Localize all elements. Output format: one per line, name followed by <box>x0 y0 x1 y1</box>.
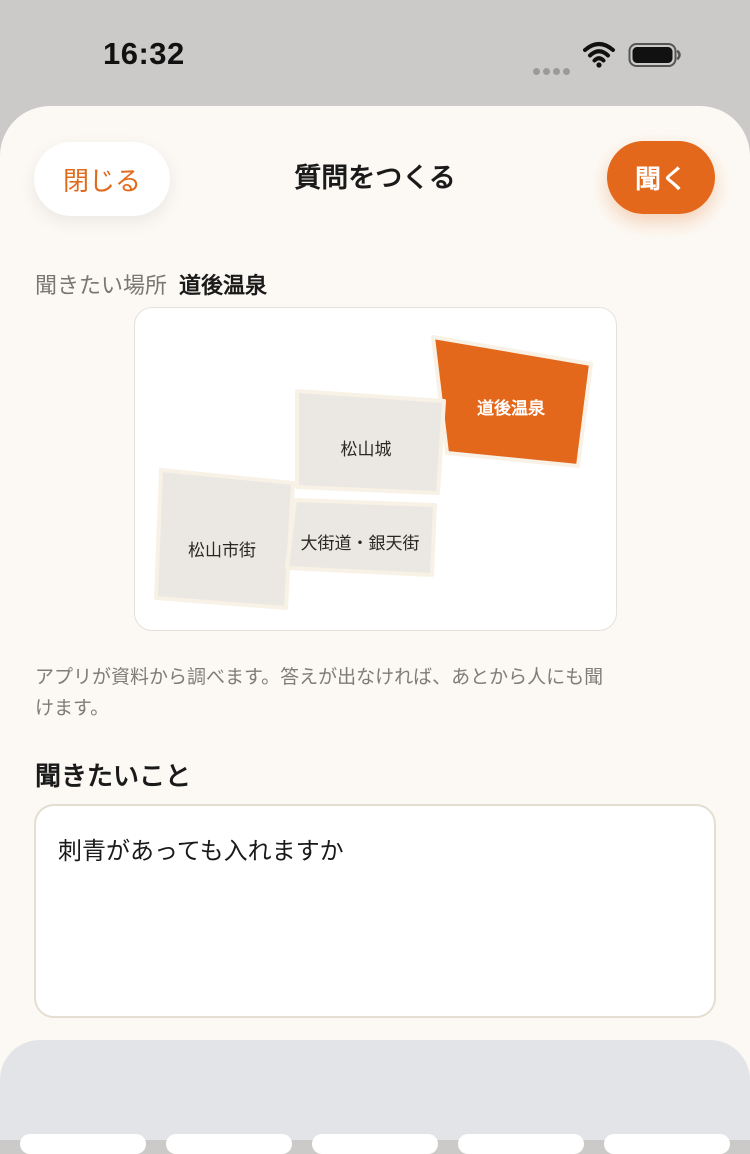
place-label: 聞きたい場所 <box>35 274 168 299</box>
map-area-city-label: 松山市街 <box>188 541 256 561</box>
map-area-castle-label: 松山城 <box>341 440 392 460</box>
helper-text: アプリが資料から調べます。答えが出なければ、あとから人にも聞けます。 <box>35 666 604 719</box>
place-row: 聞きたい場所 道後温泉 <box>35 268 267 300</box>
map-area-okaido-label: 大街道・銀天街 <box>301 534 420 554</box>
question-sheet: 閉じる 質問をつくる 聞く 聞きたい場所 道後温泉 道後温泉 松山城 松山市街 大… <box>0 106 750 1140</box>
status-time: 16:32 <box>103 36 185 71</box>
cellular-signal-icon <box>533 60 573 79</box>
keyboard-key[interactable] <box>458 1134 584 1154</box>
area-map: 道後温泉 松山城 松山市街 大街道・銀天街 <box>134 307 617 631</box>
keyboard-key[interactable] <box>166 1134 292 1154</box>
keyboard-key[interactable] <box>312 1134 438 1154</box>
keyboard-key[interactable] <box>604 1134 730 1154</box>
keyboard <box>0 1040 750 1154</box>
battery-icon <box>628 43 681 67</box>
question-heading: 聞きたいこと <box>35 762 192 792</box>
status-bar: 16:32 <box>0 0 750 106</box>
map-area-okaido[interactable]: 大街道・銀天街 <box>285 498 437 577</box>
place-value: 道後温泉 <box>179 274 268 299</box>
question-input[interactable]: 刺青があっても入れますか <box>34 804 716 1018</box>
map-area-castle[interactable]: 松山城 <box>295 389 446 495</box>
wifi-icon <box>583 42 615 68</box>
area-map-svg: 道後温泉 松山城 松山市街 大街道・銀天街 <box>154 335 593 610</box>
map-area-dogo-label: 道後温泉 <box>477 398 546 419</box>
keyboard-key[interactable] <box>20 1134 146 1154</box>
ask-button[interactable]: 聞く <box>607 141 715 214</box>
map-area-city[interactable]: 松山市街 <box>154 468 295 610</box>
map-area-dogo[interactable]: 道後温泉 <box>431 335 593 468</box>
